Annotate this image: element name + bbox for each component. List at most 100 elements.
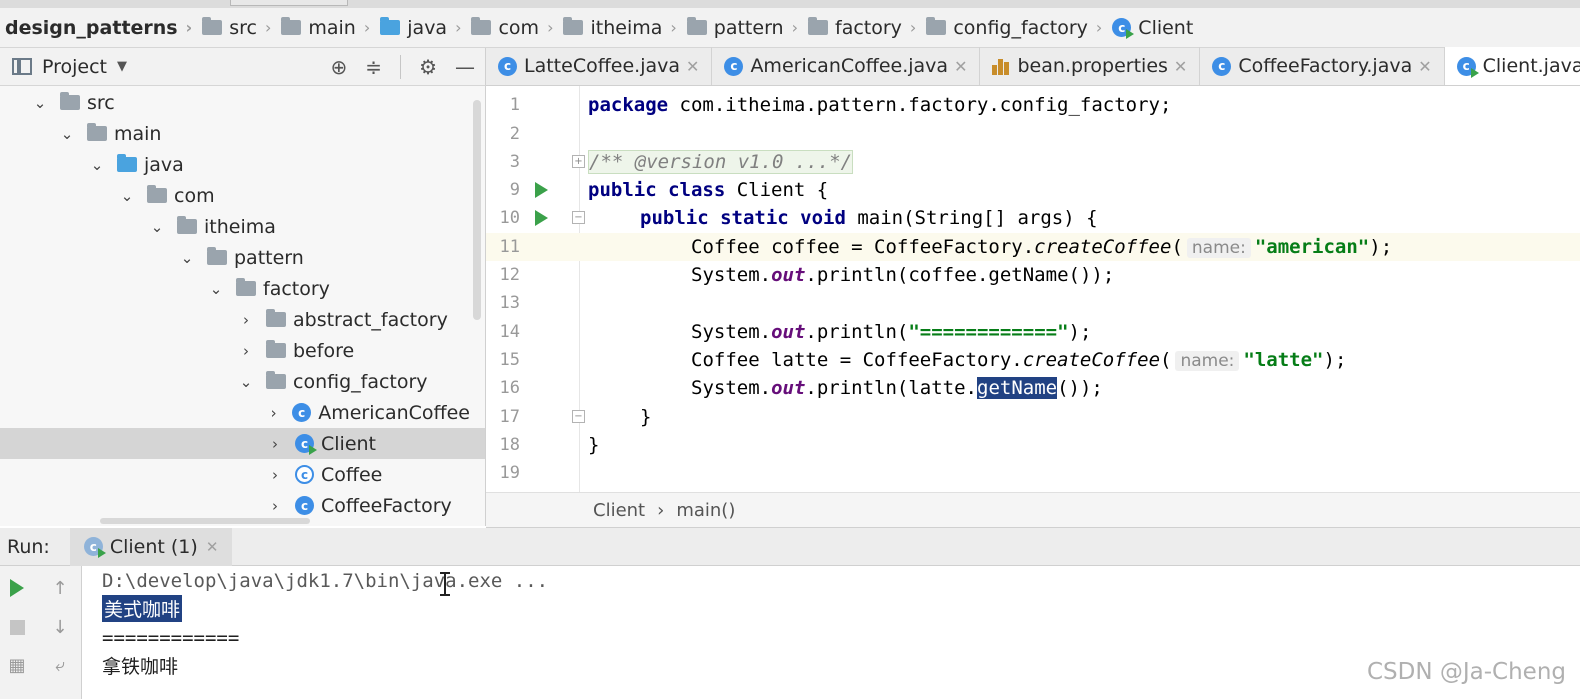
crumb-class[interactable]: Client [593, 500, 645, 521]
hide-panel-icon[interactable]: — [455, 55, 475, 79]
parameter-hint: name: [1175, 351, 1240, 371]
code-line-current[interactable]: 11 Coffee coffee = CoffeeFactory.createC… [486, 233, 1580, 261]
fold-expand-icon[interactable]: + [572, 155, 585, 168]
run-tab-label: Client (1) [109, 535, 198, 558]
breadcrumb-client-label: Client [1138, 16, 1194, 39]
chevron-right-icon[interactable]: › [265, 466, 285, 484]
fold-collapse-icon[interactable]: − [572, 211, 585, 224]
package-icon [266, 371, 286, 389]
breadcrumb-java[interactable]: java › [374, 17, 465, 39]
fold-end-icon[interactable]: − [572, 410, 585, 423]
close-icon[interactable]: ✕ [954, 57, 967, 76]
close-icon[interactable]: ✕ [1418, 57, 1431, 76]
breadcrumb-itheima[interactable]: itheima › [557, 17, 680, 39]
run-method-icon[interactable] [535, 210, 548, 226]
chevron-down-icon[interactable]: ⌄ [206, 280, 226, 298]
code-line[interactable]: 9 public class Client { [486, 176, 1580, 204]
code-line[interactable]: 12 System.out.println(coffee.getName()); [486, 261, 1580, 289]
breadcrumb-factory[interactable]: factory › [802, 17, 920, 39]
run-tab-client[interactable]: c Client (1) ✕ [69, 527, 233, 566]
chevron-down-icon[interactable]: ⌄ [117, 187, 137, 205]
chevron-down-icon[interactable]: ⌄ [87, 156, 107, 174]
collapse-all-icon[interactable]: ≑ [365, 55, 382, 79]
breadcrumb-project-label: design_patterns [5, 16, 178, 39]
project-panel-header: Project ▼ ⊕ ≑ ⚙ — [0, 48, 486, 86]
breadcrumb-project[interactable]: design_patterns › [0, 17, 196, 39]
tree-node-client[interactable]: › c Client [0, 428, 485, 459]
tree-node-before[interactable]: › before [0, 335, 470, 366]
tree-node-itheima[interactable]: ⌄ itheima [0, 211, 470, 242]
rerun-button[interactable] [4, 575, 30, 601]
gear-icon[interactable]: ⚙ [419, 55, 437, 79]
chevron-down-icon[interactable]: ⌄ [177, 249, 197, 267]
arrow-down-icon[interactable]: ↓ [47, 614, 73, 640]
tab-coffee-factory[interactable]: c CoffeeFactory.java ✕ [1200, 47, 1445, 85]
tree-horizontal-scrollbar[interactable] [100, 518, 310, 524]
soft-wrap-icon[interactable]: ⤶ [47, 652, 73, 678]
code-line[interactable]: 14 System.out.println("============"); [486, 318, 1580, 346]
chevron-right-icon[interactable]: › [265, 404, 282, 422]
tab-label: bean.properties [1017, 55, 1168, 77]
project-view-selector[interactable]: Project [42, 56, 107, 78]
code-line[interactable]: 2 [486, 120, 1580, 148]
breadcrumb-com[interactable]: com › [465, 17, 557, 39]
chevron-right-icon[interactable]: › [236, 342, 256, 360]
code-line[interactable]: 16 System.out.println(latte.getName()); [486, 374, 1580, 402]
package-icon [207, 247, 227, 265]
breadcrumb-src[interactable]: src › [196, 17, 275, 39]
tree-node-java[interactable]: ⌄ java [0, 149, 470, 180]
tree-node-src[interactable]: ⌄ src [0, 87, 470, 118]
code-line[interactable]: 17 − } [486, 403, 1580, 431]
static-field: out [771, 377, 806, 399]
tree-node-american-coffee[interactable]: › c AmericanCoffee [0, 397, 470, 428]
tree-node-coffee[interactable]: › c Coffee [0, 459, 470, 490]
tree-node-main[interactable]: ⌄ main [0, 118, 470, 149]
close-icon[interactable]: ✕ [206, 538, 219, 556]
stop-button[interactable] [4, 614, 30, 640]
chevron-down-icon[interactable]: ⌄ [236, 373, 256, 391]
tab-american-coffee[interactable]: c AmericanCoffee.java ✕ [712, 47, 981, 85]
tree-node-coffee-factory[interactable]: › c CoffeeFactory [0, 490, 470, 521]
tree-node-abstract-factory[interactable]: › abstract_factory [0, 304, 470, 335]
close-icon[interactable]: ✕ [1174, 57, 1187, 76]
layout-icon[interactable]: ▦ [4, 652, 30, 678]
code-line[interactable]: 18 } [486, 431, 1580, 459]
folder-icon [60, 92, 80, 110]
code-line[interactable]: 3 + /** @version v1.0 ...*/ [486, 148, 1580, 176]
breadcrumb-pattern[interactable]: pattern › [681, 17, 802, 39]
breadcrumb-main[interactable]: main › [275, 17, 374, 39]
arrow-up-icon[interactable]: ↑ [47, 575, 73, 601]
code-line[interactable]: 1 package com.itheima.pattern.factory.co… [486, 91, 1580, 119]
locate-icon[interactable]: ⊕ [331, 55, 348, 79]
code-line[interactable]: 15 Coffee latte = CoffeeFactory.createCo… [486, 346, 1580, 374]
chevron-right-icon[interactable]: › [236, 311, 256, 329]
line-number: 14 [499, 322, 520, 342]
crumb-method[interactable]: main() [676, 500, 735, 521]
chevron-down-icon[interactable]: ⌄ [57, 125, 77, 143]
run-class-icon[interactable] [535, 182, 548, 198]
text-cursor-icon [440, 572, 450, 596]
tree-node-com[interactable]: ⌄ com [0, 180, 470, 211]
chevron-down-icon[interactable]: ⌄ [30, 94, 50, 112]
chevron-down-icon[interactable]: ▼ [117, 59, 127, 74]
chevron-down-icon[interactable]: ⌄ [147, 218, 167, 236]
chevron-right-icon[interactable]: › [265, 435, 285, 453]
code-editor[interactable]: 1 package com.itheima.pattern.factory.co… [486, 86, 1580, 492]
folded-comment[interactable]: /** @version v1.0 ...*/ [588, 150, 854, 174]
tree-node-pattern[interactable]: ⌄ pattern [0, 242, 470, 273]
tab-bean-properties[interactable]: bean.properties ✕ [980, 47, 1201, 85]
breadcrumb-client[interactable]: c Client [1106, 17, 1197, 39]
breadcrumb-config-factory[interactable]: config_factory › [920, 17, 1106, 39]
code-line[interactable]: 13 [486, 289, 1580, 317]
code-line[interactable]: 19 [486, 459, 1580, 487]
chevron-right-icon[interactable]: › [265, 497, 285, 515]
tree-vertical-scrollbar[interactable] [473, 100, 481, 320]
tree-node-config-factory[interactable]: ⌄ config_factory [0, 366, 470, 397]
console-output[interactable]: D:\develop\java\jdk1.7\bin\java.exe ... … [82, 566, 1580, 699]
tree-node-factory[interactable]: ⌄ factory [0, 273, 470, 304]
close-icon[interactable]: ✕ [686, 57, 699, 76]
line-number: 2 [509, 124, 520, 144]
tab-client[interactable]: cClient.java✕ [1444, 47, 1580, 85]
tab-latte-coffee[interactable]: c LatteCoffee.java ✕ [486, 47, 713, 85]
code-line[interactable]: 10 − public static void main(String[] ar… [486, 204, 1580, 232]
